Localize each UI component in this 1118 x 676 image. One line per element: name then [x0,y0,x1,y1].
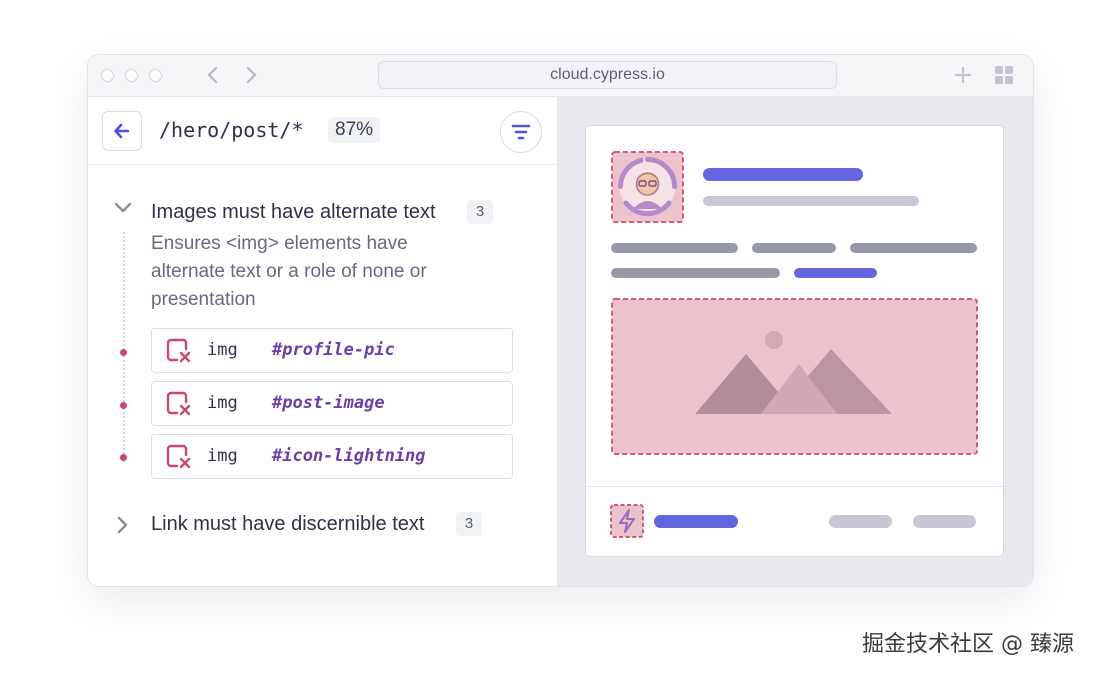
footer-action-skeleton [913,515,976,528]
link-skeleton [794,268,877,278]
preview-pane [557,97,1033,586]
violation-item-post-image[interactable]: img #post-image [151,381,513,426]
back-arrow-icon[interactable] [204,65,222,85]
element-error-icon [166,391,191,416]
window-maximize-dot[interactable] [149,69,162,82]
violation-item-profile-pic[interactable]: img #profile-pic [151,328,513,373]
forward-arrow-icon[interactable] [242,65,260,85]
accessibility-panel: /hero/post/* 87% Images must have altern… [88,97,557,586]
back-button[interactable] [102,111,142,151]
filter-icon [511,124,531,140]
window-minimize-dot[interactable] [125,69,138,82]
post-preview-card [585,125,1004,557]
text-skeleton [752,243,836,253]
violation-item-icon-lightning[interactable]: img #icon-lightning [151,434,513,479]
window-close-dot[interactable] [101,69,114,82]
spec-path: /hero/post/* [159,118,304,142]
watermark-text: 掘金技术社区 @ 臻源 [862,632,1074,657]
rule-title-images[interactable]: Images must have alternate text [151,201,436,224]
violation-marker [120,402,127,409]
element-tag: img [207,446,238,466]
element-selector: #icon-lightning [272,446,426,466]
rule-count-badge: 3 [467,200,493,224]
element-selector: #post-image [272,393,385,413]
author-meta-skeleton [703,196,919,206]
element-error-icon [166,444,191,469]
browser-window: cloud.cypress.io /hero/post/* 87% Images… [87,54,1034,587]
arrow-left-icon [114,123,130,139]
author-name-skeleton [703,168,863,181]
post-image-highlight[interactable] [611,298,978,455]
chevron-down-icon[interactable] [113,200,133,219]
panel-header: /hero/post/* 87% [88,97,557,165]
violation-marker [120,349,127,356]
card-divider [586,486,1003,487]
chevron-right-icon[interactable] [115,515,129,539]
tree-line [123,232,125,462]
text-skeleton [611,243,738,253]
lightning-icon-highlight[interactable] [610,504,644,538]
text-skeleton [611,268,780,278]
rule-title-links[interactable]: Link must have discernible text [151,513,424,536]
filter-button[interactable] [500,111,542,153]
score-badge: 87% [328,117,381,143]
rule-count-badge: 3 [456,512,482,536]
tab-grid-icon[interactable] [994,65,1014,85]
rule-description: Ensures <img> elements have alternate te… [151,233,427,310]
element-tag: img [207,393,238,413]
footer-action-skeleton [829,515,892,528]
footer-link-skeleton [654,515,738,528]
address-bar[interactable]: cloud.cypress.io [378,61,837,89]
element-error-icon [166,338,191,363]
profile-pic-highlight[interactable] [611,151,684,223]
element-selector: #profile-pic [272,340,395,360]
browser-titlebar: cloud.cypress.io [88,55,1033,97]
element-tag: img [207,340,238,360]
text-skeleton [850,243,977,253]
new-tab-icon[interactable] [953,65,973,85]
violation-marker [120,454,127,461]
